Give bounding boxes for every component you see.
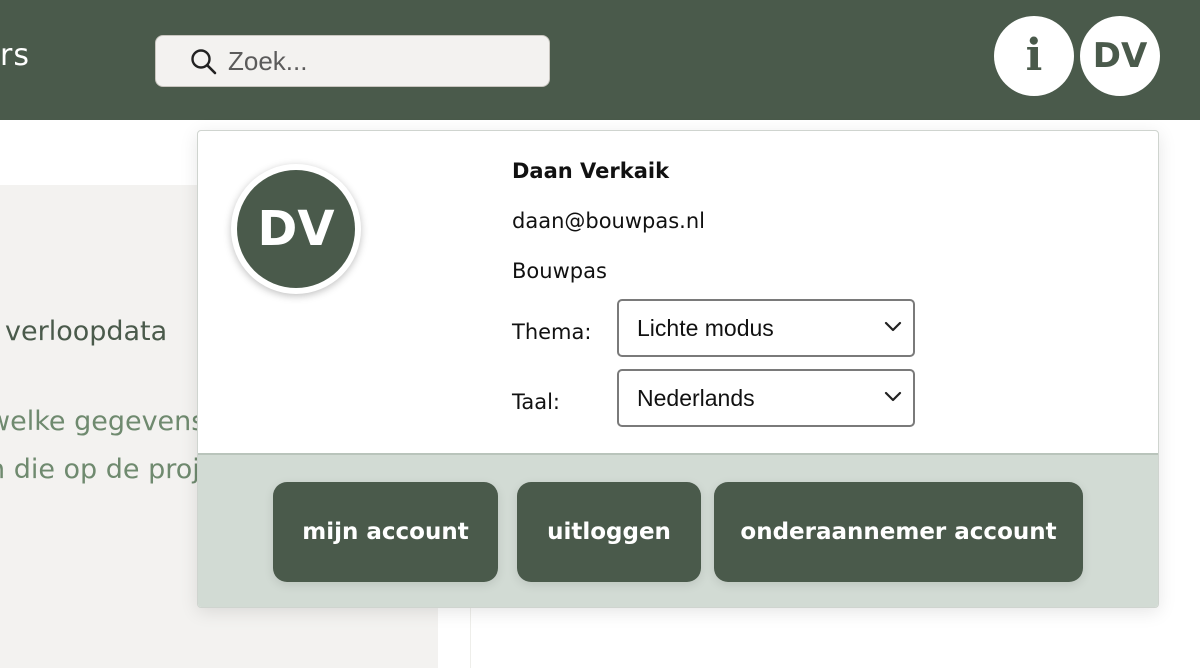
brand-name-fragment[interactable]: rs bbox=[0, 38, 30, 73]
account-dropdown-panel: DV Daan Verkaik daan@bouwpas.nl Bouwpas … bbox=[197, 130, 1159, 608]
user-company: Bouwpas bbox=[512, 259, 607, 283]
language-label: Taal: bbox=[512, 390, 560, 414]
top-navigation-bar: rs i DV bbox=[0, 0, 1200, 120]
section-description-line: welke gegevens bbox=[0, 406, 206, 437]
language-select[interactable]: Nederlands bbox=[617, 369, 915, 427]
info-button[interactable]: i bbox=[994, 16, 1074, 96]
logout-button[interactable]: uitloggen bbox=[517, 482, 701, 582]
account-panel-footer: mijn account uitloggen onderaannemer acc… bbox=[198, 453, 1158, 607]
section-heading: verloopdata bbox=[5, 316, 168, 347]
user-name: Daan Verkaik bbox=[512, 159, 670, 183]
user-email: daan@bouwpas.nl bbox=[512, 209, 705, 233]
my-account-button[interactable]: mijn account bbox=[273, 482, 498, 582]
info-icon: i bbox=[1025, 30, 1043, 81]
profile-avatar: DV bbox=[231, 164, 361, 294]
profile-avatar-initials: DV bbox=[237, 170, 355, 288]
theme-select[interactable]: Lichte modus bbox=[617, 299, 915, 357]
chevron-down-icon bbox=[884, 391, 902, 402]
theme-select-value: Lichte modus bbox=[637, 315, 774, 341]
section-description: welke gegevens n die op de proje bbox=[0, 398, 216, 494]
account-avatar-button[interactable]: DV bbox=[1080, 16, 1160, 96]
language-select-value: Nederlands bbox=[637, 385, 755, 411]
avatar-initials: DV bbox=[1092, 36, 1148, 76]
theme-label: Thema: bbox=[512, 320, 592, 344]
search-icon bbox=[191, 49, 217, 75]
chevron-down-icon bbox=[884, 321, 902, 332]
subcontractor-account-button[interactable]: onderaannemer account bbox=[714, 482, 1083, 582]
search-box[interactable] bbox=[155, 35, 550, 87]
search-input[interactable] bbox=[228, 36, 528, 86]
section-description-line: n die op de proje bbox=[0, 454, 217, 485]
